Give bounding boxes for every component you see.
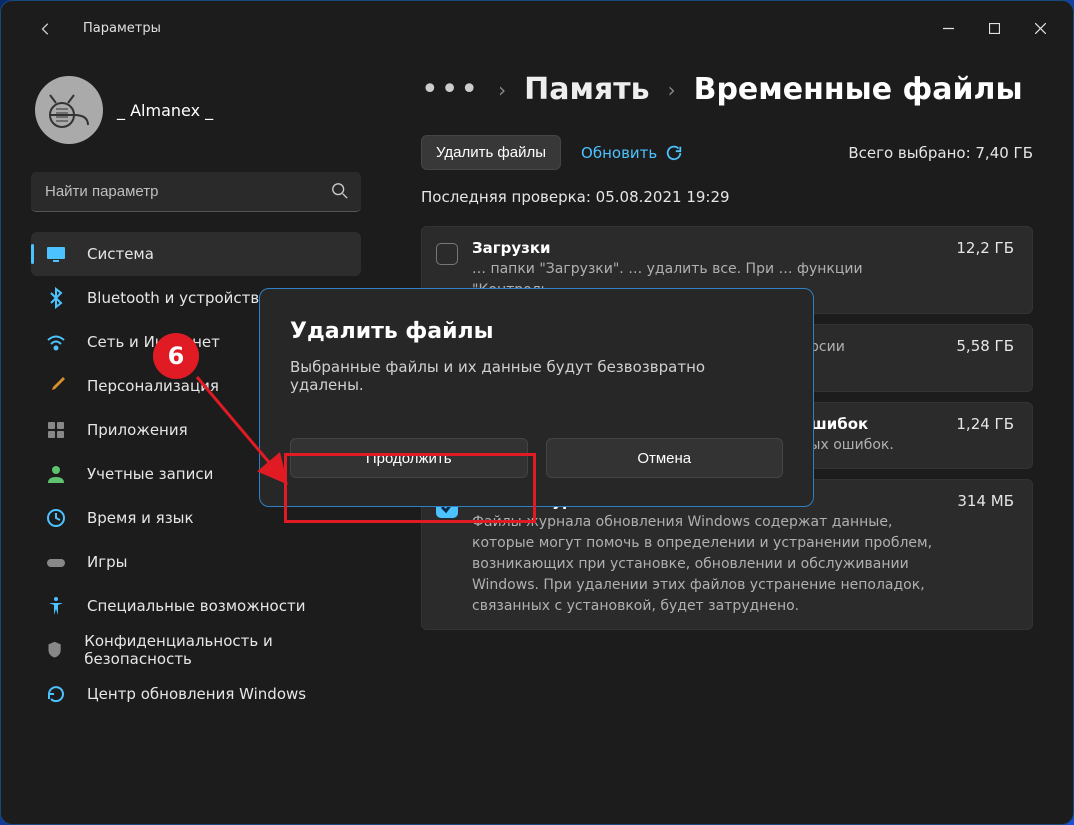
item-desc: Файлы журнала обновления Windows содержа… [472,512,937,617]
refresh-button[interactable]: Обновить [581,144,683,162]
sidebar-item-label: Приложения [87,421,188,439]
update-icon [45,683,67,705]
profile-name: _ Almanex _ [117,101,213,120]
bluetooth-icon [45,287,67,309]
settings-window: Параметры _ Almanex _ Система Bluetooth и… [0,0,1074,825]
confirm-dialog: Удалить файлы Выбранные файлы и их данны… [259,288,814,507]
item-title: Загрузки [472,239,936,257]
sidebar-item-label: Конфиденциальность и безопасность [84,632,347,668]
window-controls [925,14,1063,44]
back-button[interactable] [31,14,61,44]
sidebar-item-label: Учетные записи [87,465,213,483]
sidebar-item-label: Время и язык [87,509,194,527]
maximize-button[interactable] [971,14,1017,44]
titlebar: Параметры [1,1,1073,56]
sidebar-item-label: Центр обновления Windows [87,685,306,703]
display-icon [45,243,67,265]
item-size: 12,2 ГБ [956,239,1014,257]
dialog-title: Удалить файлы [290,319,783,344]
brush-icon [45,375,67,397]
sidebar-item-update[interactable]: Центр обновления Windows [31,672,361,716]
sidebar-item-accessibility[interactable]: Специальные возможности [31,584,361,628]
item-size: 5,58 ГБ [956,337,1014,355]
breadcrumb-parent[interactable]: Память [524,72,650,107]
sidebar-item-label: Специальные возможности [87,597,305,615]
accessibility-icon [45,595,67,617]
gamepad-icon [45,551,67,573]
checkbox[interactable] [436,243,458,265]
shield-icon [45,639,64,661]
search-icon [331,182,349,200]
sidebar-item-label: Bluetooth и устройства [87,289,268,307]
item-size: 314 МБ [957,492,1014,510]
refresh-icon [665,144,683,162]
item-size: 1,24 ГБ [956,415,1014,433]
chevron-right-icon: › [498,78,506,102]
total-selected: Всего выбрано: 7,40 ГБ [848,144,1033,162]
refresh-label: Обновить [581,144,657,162]
apps-icon [45,419,67,441]
close-button[interactable] [1017,14,1063,44]
wifi-icon [45,331,67,353]
dialog-message: Выбранные файлы и их данные будут безвоз… [290,358,783,394]
last-check: Последняя проверка: 05.08.2021 19:29 [421,188,1033,206]
sidebar-item-display[interactable]: Система [31,232,361,276]
avatar [35,76,103,144]
search-input[interactable] [31,172,361,212]
delete-files-button[interactable]: Удалить файлы [421,135,561,170]
continue-button[interactable]: Продолжить [290,438,528,478]
annotation-badge: 6 [153,333,199,379]
person-icon [45,463,67,485]
sidebar-item-label: Игры [87,553,127,571]
breadcrumb-more[interactable]: ••• [421,72,480,107]
sidebar-item-shield[interactable]: Конфиденциальность и безопасность [31,628,361,672]
sidebar-item-gamepad[interactable]: Игры [31,540,361,584]
page-title: Временные файлы [694,72,1023,107]
minimize-button[interactable] [925,14,971,44]
app-title: Параметры [83,21,161,36]
sidebar-item-label: Система [87,245,154,263]
toolbar: Удалить файлы Обновить Всего выбрано: 7,… [421,135,1033,170]
chevron-right-icon: › [668,78,676,102]
sidebar-item-label: Персонализация [87,377,219,395]
profile[interactable]: _ Almanex _ [35,76,361,144]
search [31,172,361,212]
breadcrumb: ••• › Память › Временные файлы [421,72,1033,107]
clock-icon [45,507,67,529]
cancel-button[interactable]: Отмена [546,438,784,478]
